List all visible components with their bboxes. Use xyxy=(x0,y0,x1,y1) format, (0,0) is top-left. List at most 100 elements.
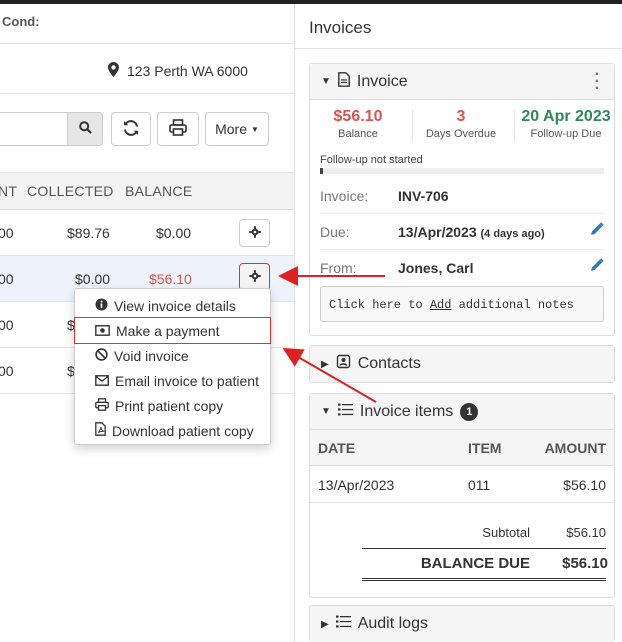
edit-due-date-pencil-icon[interactable] xyxy=(590,222,604,239)
due-date-label: Due: xyxy=(320,224,350,240)
double-divider xyxy=(362,578,606,581)
kebab-menu-icon[interactable]: · · · xyxy=(595,67,600,97)
invoices-title: Invoices xyxy=(295,4,622,49)
item-date: 13/Apr/2023 xyxy=(318,477,395,493)
menu-item-download-patient-copy[interactable]: Download patient copy xyxy=(75,418,270,443)
divider xyxy=(412,110,413,140)
balance-cell: $0.00 xyxy=(156,225,192,241)
invoice-panel-title: Invoice xyxy=(356,72,408,90)
invoice-items-panel-title: Invoice items xyxy=(359,402,454,420)
menu-item-print-patient-copy[interactable]: Print patient copy xyxy=(75,393,270,418)
list-icon xyxy=(337,403,353,421)
conditions-header: Cond: xyxy=(0,4,294,44)
followup-status: Follow-up not started xyxy=(320,154,423,166)
row-actions-button[interactable] xyxy=(239,263,270,291)
invoice-number-label: Invoice: xyxy=(320,188,369,204)
gear-icon xyxy=(248,225,261,241)
map-marker-icon xyxy=(108,62,119,80)
column-header-item: ITEM xyxy=(468,440,502,456)
column-header-amount: AMOUNT xyxy=(544,440,606,456)
amount-cell: 00 xyxy=(0,317,14,333)
contact-card-icon xyxy=(336,354,351,374)
caret-down-icon: ▼ xyxy=(250,124,259,134)
collected-cell: $89.76 xyxy=(67,225,110,241)
days-overdue-value: 3 xyxy=(456,108,466,125)
refresh-button[interactable] xyxy=(111,112,151,146)
row-actions-menu: View invoice details Make a payment Void… xyxy=(74,288,271,445)
envelope-icon xyxy=(95,373,109,389)
collected-cell: $0.00 xyxy=(75,271,111,287)
balance-due-label: BALANCE DUE xyxy=(420,555,530,572)
balance-stat: $56.10 Balance xyxy=(320,108,396,140)
caret-right-icon: ▶ xyxy=(321,618,329,630)
from-row: From: Jones, Carl xyxy=(320,250,604,286)
menu-item-make-a-payment[interactable]: Make a payment xyxy=(74,317,271,344)
balance-value: $56.10 xyxy=(333,108,383,125)
contacts-panel-title: Contacts xyxy=(357,355,421,372)
due-date-note: (4 days ago) xyxy=(480,228,545,240)
add-notes-link[interactable]: Add xyxy=(430,298,452,312)
refresh-icon xyxy=(122,119,140,140)
balance-label: Balance xyxy=(338,128,378,140)
caret-right-icon: ▶ xyxy=(321,358,329,370)
menu-item-view-invoice-details[interactable]: View invoice details xyxy=(75,293,270,318)
search-button[interactable] xyxy=(67,112,103,146)
amount-cell: 00 xyxy=(0,271,14,287)
invoice-items-table-header: DATE ITEM AMOUNT xyxy=(310,430,614,466)
invoice-items-panel-header[interactable]: ▼ Invoice items 1 xyxy=(310,394,614,430)
notes-suffix: additional notes xyxy=(451,298,574,312)
row-actions-button[interactable] xyxy=(239,219,270,247)
invoice-panel: ▼ Invoice · · · $56.10 Balance 3 Days Over… xyxy=(309,63,615,336)
menu-item-label: View invoice details xyxy=(114,297,236,314)
balance-cell: $56.10 xyxy=(149,271,192,287)
menu-item-label: Make a payment xyxy=(116,322,220,339)
invoices-sidebar: Invoices ▼ Invoice · · · $56.10 Balance 3 … xyxy=(294,4,622,642)
menu-item-label: Void invoice xyxy=(114,347,189,364)
from-value: Jones, Carl xyxy=(398,260,474,276)
print-button[interactable] xyxy=(157,112,199,146)
invoice-items-count-badge: 1 xyxy=(460,402,479,421)
address-row: 123 Perth WA 6000 xyxy=(0,44,294,94)
due-date-row: Due: 13/Apr/2023 (4 days ago) xyxy=(320,214,604,250)
additional-notes-field[interactable]: Click here to Add additional notes xyxy=(320,286,604,322)
followup-progress-fill xyxy=(320,168,323,174)
column-header-amount: NT xyxy=(0,183,18,199)
column-header-collected: COLLECTED xyxy=(27,183,114,199)
days-overdue-label: Days Overdue xyxy=(425,128,497,140)
ban-icon xyxy=(95,347,108,364)
divider xyxy=(514,110,515,140)
caret-down-icon: ▼ xyxy=(321,406,331,417)
subtotal-label: Subtotal xyxy=(482,525,530,540)
more-label: More xyxy=(215,121,247,137)
column-header-balance: BALANCE xyxy=(125,183,193,199)
contacts-panel-header[interactable]: ▶ Contacts xyxy=(310,346,614,382)
search-input[interactable] xyxy=(0,112,68,146)
due-date-value: 13/Apr/2023 (4 days ago) xyxy=(398,224,545,240)
invoice-panel-header[interactable]: ▼ Invoice · · · xyxy=(310,64,614,100)
balance-due-value: $56.10 xyxy=(562,555,608,572)
followup-due-value: 20 Apr 2023 xyxy=(521,108,611,125)
menu-item-label: Download patient copy xyxy=(112,422,254,439)
invoice-items-panel: ▼ Invoice items 1 DATE ITEM AMOUNT 13/Ap… xyxy=(309,393,615,598)
invoice-stats: $56.10 Balance 3 Days Overdue 20 Apr 202… xyxy=(310,100,614,160)
followup-due-stat: 20 Apr 2023 Follow-up Due xyxy=(516,108,616,140)
days-overdue-stat: 3 Days Overdue xyxy=(418,108,504,140)
from-label: From: xyxy=(320,260,357,276)
print-icon xyxy=(169,119,187,139)
invoice-item-row: 13/Apr/2023 011 $56.10 xyxy=(310,466,614,503)
menu-item-void-invoice[interactable]: Void invoice xyxy=(75,343,270,368)
edit-from-pencil-icon[interactable] xyxy=(590,258,604,275)
audit-logs-panel-title: Audit logs xyxy=(357,615,428,632)
menu-item-label: Print patient copy xyxy=(115,397,224,414)
invoice-number-row: Invoice: INV-706 xyxy=(320,178,604,214)
audit-logs-panel: ▶ Audit logs xyxy=(309,605,615,642)
search-icon xyxy=(78,121,92,137)
print-icon xyxy=(95,397,109,414)
more-dropdown-button[interactable]: More ▼ xyxy=(205,112,269,146)
table-row[interactable]: 00 $89.76 $0.00 xyxy=(0,210,294,256)
followup-progress-bar xyxy=(320,168,604,174)
audit-logs-panel-header[interactable]: ▶ Audit logs xyxy=(310,606,614,642)
menu-item-email-invoice[interactable]: Email invoice to patient xyxy=(75,368,270,393)
pdf-file-icon xyxy=(95,422,106,439)
column-header-date: DATE xyxy=(318,440,356,456)
